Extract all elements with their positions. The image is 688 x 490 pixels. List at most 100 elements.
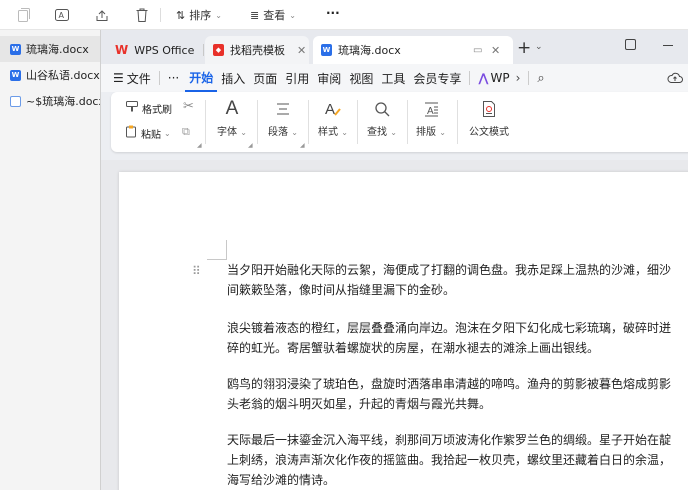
tab-label: 找稻壳模板	[230, 44, 285, 57]
menu-divider	[528, 71, 530, 85]
ribbon-separator	[407, 100, 408, 144]
style-label: 样式	[318, 127, 339, 138]
file-item[interactable]: W 山谷私语.docx	[0, 62, 104, 88]
monitor-icon[interactable]: ▭	[473, 45, 482, 56]
layout-icon: A	[423, 98, 440, 120]
share-icon[interactable]	[92, 5, 112, 25]
chevron-down-icon: ⌄	[341, 128, 348, 137]
paragraph-4: 天际最后一抹鎏金沉入海平线，刹那间万顷波涛化作紫罗兰色的绸缎。星子开始在靛 上刺…	[227, 430, 688, 490]
font-icon: A	[225, 98, 239, 119]
tab-document[interactable]: W 琉璃海.docx ▭ ✕	[313, 36, 513, 64]
paragraph-1: 当夕阳开始融化天际的云絮，海便成了打翻的调色盘。我赤足踩上温热的沙滩，细沙 间簌…	[227, 260, 688, 300]
cloud-sync-icon[interactable]	[667, 71, 683, 88]
menu-divider	[158, 71, 160, 85]
chevron-down-icon: ⌄	[215, 10, 222, 20]
wps-window: W WPS Office ◆ 找稻壳模板 ✕ W 琉璃海.docx ▭ ✕ + …	[100, 30, 688, 490]
menu-page[interactable]: 页面	[249, 64, 281, 92]
layout-button[interactable]: A 排版 ⌄	[414, 98, 448, 138]
dialog-launcher-icon[interactable]: ◢	[197, 142, 202, 149]
rename-icon[interactable]: A	[52, 5, 72, 25]
menu-tools[interactable]: 工具	[377, 64, 409, 92]
menu-ai-label: WP	[490, 71, 510, 85]
text-line: 当夕阳开始融化天际的云絮，海便成了打翻的调色盘。我赤足踩上温热的沙滩，细沙	[227, 263, 672, 277]
tab-wps-office[interactable]: W WPS Office	[107, 36, 199, 64]
tab-bar: W WPS Office ◆ 找稻壳模板 ✕ W 琉璃海.docx ▭ ✕ + …	[101, 30, 688, 64]
chevron-right-icon[interactable]: ›	[516, 71, 521, 85]
view-label: 查看	[263, 9, 286, 22]
chevron-down-icon[interactable]: ⌄	[535, 42, 543, 52]
font-label: 字体	[217, 127, 238, 138]
search-icon[interactable]: ⌕	[537, 71, 544, 86]
font-button[interactable]: A 字体 ⌄	[215, 98, 249, 138]
delete-icon[interactable]	[132, 5, 152, 25]
crop-mark	[207, 240, 227, 260]
find-button[interactable]: 查找 ⌄	[365, 98, 399, 138]
tab-label: WPS Office	[134, 43, 195, 57]
close-icon[interactable]: ✕	[491, 44, 500, 57]
format-painter-button[interactable]: 格式刷	[125, 100, 172, 116]
svg-text:A: A	[325, 101, 335, 118]
file-name: 琉璃海.docx	[26, 43, 89, 56]
tab-template[interactable]: ◆ 找稻壳模板 ✕	[205, 36, 309, 64]
ribbon-separator	[357, 100, 358, 144]
tab-divider	[203, 44, 204, 56]
official-doc-icon	[481, 98, 497, 120]
file-list: W 琉璃海.docx W 山谷私语.docx ~$琉璃海.docx	[0, 30, 105, 490]
dialog-launcher-icon[interactable]: ◢	[248, 142, 253, 149]
menu-bar: ☰ 文件 ··· 开始 插入 页面 引用 审阅 视图 工具 会员专享 ⋀ WP …	[101, 64, 688, 92]
sort-button[interactable]: ⇅ 排序 ⌄	[176, 7, 222, 23]
menu-insert[interactable]: 插入	[217, 64, 249, 92]
temp-file-icon	[10, 95, 21, 107]
view-button[interactable]: ≣ 查看 ⌄	[250, 7, 296, 23]
paragraph-button[interactable]: 段落 ⌄	[265, 98, 301, 138]
file-name: ~$琉璃海.docx	[26, 95, 105, 108]
text-line: 海写给沙滩的情诗。	[227, 473, 336, 487]
menu-ai[interactable]: ⋀ WP	[474, 64, 513, 92]
text-line: 头老翁的烟斗明灭如星，升起的青烟与霞光共舞。	[227, 397, 492, 411]
close-icon[interactable]: ✕	[297, 44, 306, 57]
dialog-launcher-icon[interactable]: ◢	[300, 142, 305, 149]
explorer-toolbar: A ⇅ 排序 ⌄ ≣ 查看 ⌄ ···	[0, 0, 688, 30]
paragraph-icon	[275, 98, 291, 120]
file-menu-label: 文件	[126, 71, 151, 86]
more-menu-button[interactable]: ···	[164, 64, 183, 92]
file-item[interactable]: W 琉璃海.docx	[0, 36, 104, 62]
more-options-button[interactable]: ···	[326, 6, 340, 20]
word-file-icon: W	[10, 43, 21, 55]
minimize-icon[interactable]	[663, 45, 673, 46]
menu-reference[interactable]: 引用	[281, 64, 313, 92]
text-line: 鸥鸟的翎羽浸染了琥珀色，盘旋时洒落串串清越的啼鸣。渔舟的剪影被暮色熔成剪影	[227, 377, 672, 391]
paste-label: 粘贴	[141, 129, 161, 141]
sort-label: 排序	[189, 9, 212, 22]
menu-icon: ☰	[113, 71, 124, 85]
paste-button[interactable]: 粘贴 ⌄	[125, 125, 171, 141]
menu-divider	[469, 71, 471, 85]
cut-icon[interactable]: ✂	[183, 99, 194, 114]
menu-review[interactable]: 审阅	[313, 64, 345, 92]
copy-icon[interactable]	[14, 5, 34, 25]
ai-icon: ⋀	[478, 71, 489, 85]
word-file-icon: W	[10, 69, 21, 81]
document-page[interactable]: ⠿ 当夕阳开始融化天际的云絮，海便成了打翻的调色盘。我赤足踩上温热的沙滩，细沙 …	[119, 172, 688, 490]
menu-member[interactable]: 会员专享	[409, 64, 465, 92]
find-label: 查找	[367, 127, 388, 138]
copy-icon[interactable]: ⧉	[182, 125, 190, 139]
wps-logo-icon: W	[115, 43, 129, 57]
chevron-down-icon: ⌄	[439, 128, 446, 137]
menu-view[interactable]: 视图	[345, 64, 377, 92]
ribbon-separator	[205, 100, 206, 144]
official-mode-button[interactable]: 公文模式	[465, 98, 513, 138]
new-tab-icon[interactable]: +	[517, 38, 531, 58]
text-line: 上刺绣，浪涛声渐次化作夜的摇篮曲。我拾起一枚贝壳，螺纹里还藏着白日的余温，	[227, 453, 672, 467]
style-button[interactable]: A 样式 ⌄	[316, 98, 350, 138]
chevron-down-icon: ⌄	[240, 128, 247, 137]
daoke-icon: ◆	[213, 44, 224, 56]
menu-home[interactable]: 开始	[185, 64, 218, 92]
format-painter-icon	[125, 100, 139, 116]
drag-handle-icon[interactable]: ⠿	[192, 264, 201, 278]
file-menu[interactable]: ☰ 文件	[101, 64, 155, 92]
tab-label: 琉璃海.docx	[338, 44, 401, 57]
restore-window-icon[interactable]	[625, 39, 636, 50]
chevron-down-icon: ⌄	[291, 128, 298, 137]
file-item[interactable]: ~$琉璃海.docx	[0, 88, 105, 114]
